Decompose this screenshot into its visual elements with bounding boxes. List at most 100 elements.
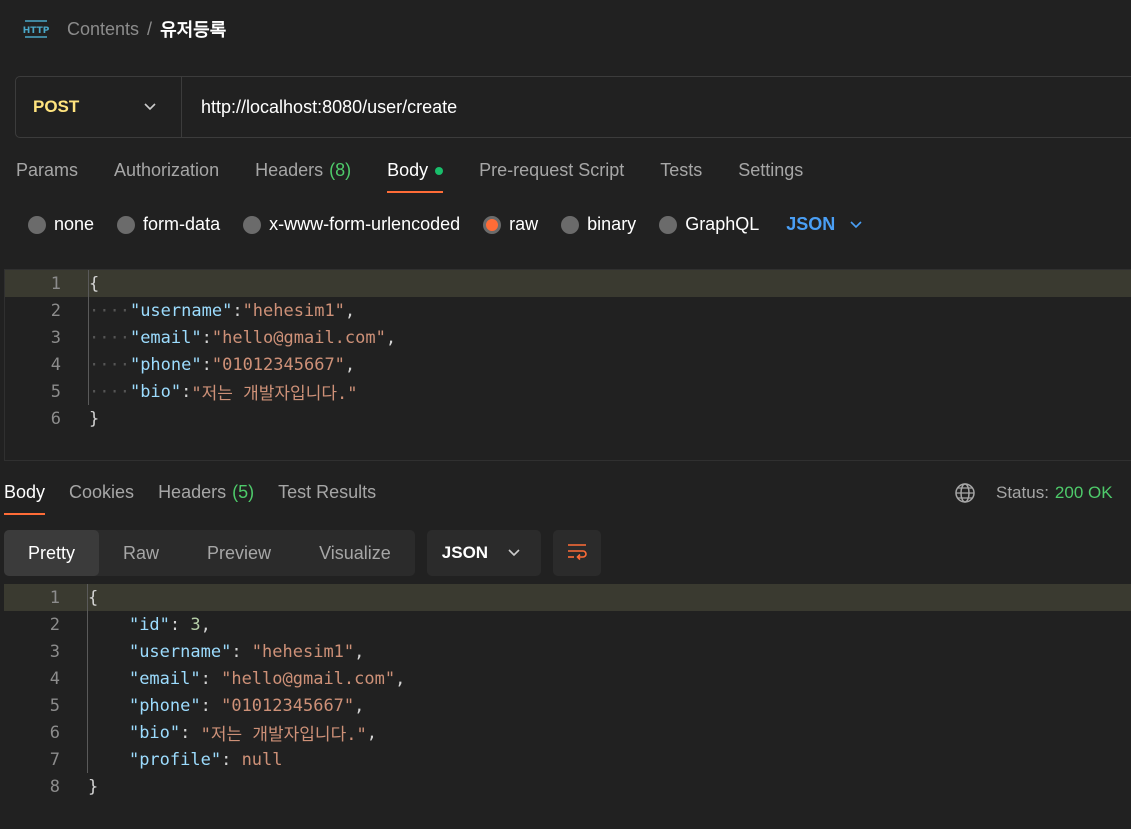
radio-form-data[interactable]: form-data [117,214,220,235]
json-key: "bio" [129,381,182,402]
colon: : [180,722,201,743]
radio-binary[interactable]: binary [561,214,636,235]
colon: : [201,354,212,375]
code-line: 6 } [5,405,1131,432]
response-body-viewer[interactable]: 1 { 2 "id": 3, 3 "username": "hehesim1",… [4,584,1131,804]
tab-authorization[interactable]: Authorization [114,160,219,193]
tab-response-body[interactable]: Body [4,482,46,515]
modified-dot-icon [435,166,444,175]
view-visualize-button[interactable]: Visualize [295,530,415,576]
json-value: "저는 개발자입니다." [191,384,358,404]
line-number: 3 [50,327,61,348]
whitespace-dots: ···· [89,381,130,402]
json-value: "01012345667" [221,695,355,716]
code-text: ···· "bio": "저는 개발자입니다." [88,378,357,405]
code-text: { [88,270,99,297]
tab-body[interactable]: Body [387,160,444,193]
json-key: "email" [129,327,202,348]
wrap-lines-icon [565,541,589,566]
body-format-label: JSON [786,214,836,234]
radio-graphql[interactable]: GraphQL [659,214,759,235]
radio-label: GraphQL [685,214,760,234]
radio-selected-icon [483,215,502,234]
breadcrumb-parent[interactable]: Contents [67,19,139,40]
code-text: ···· "username": "hehesim1", [88,297,355,324]
tab-cookies[interactable]: Cookies [69,482,134,515]
body-format-select[interactable]: JSON [786,214,863,235]
tab-response-headers[interactable]: Headers (5) [158,482,254,515]
code-line: 2 ···· "username": "hehesim1", [5,297,1131,324]
breadcrumb: HTTP Contents / 유저등록 [22,14,227,44]
radio-icon [561,215,580,234]
body-type-options: none form-data x-www-form-urlencoded raw… [28,214,863,235]
json-key: "id" [128,614,170,635]
colon: : [231,641,252,662]
response-format-select[interactable]: JSON [426,530,541,576]
headers-count: (5) [232,482,255,502]
radio-raw[interactable]: raw [483,214,538,235]
tab-label: Pre-request Script [479,160,625,180]
response-tabs: Body Cookies Headers (5) Test Results [4,482,400,515]
whitespace-dots: ···· [89,354,130,375]
wrap-lines-button[interactable] [552,530,601,576]
json-value: "저는 개발자입니다." [200,725,367,745]
radio-none[interactable]: none [28,214,94,235]
comma: , [344,300,356,321]
tab-label: Test Results [278,482,377,502]
tab-pre-request-script[interactable]: Pre-request Script [479,160,624,193]
url-input[interactable]: http://localhost:8080/user/create [182,77,1131,137]
colon: : [181,381,192,402]
line-number: 7 [49,749,60,770]
comma: , [385,327,397,348]
tab-label: Settings [738,160,804,180]
chevron-down-icon [507,548,521,558]
colon: : [169,614,191,635]
chevron-down-icon [143,102,157,112]
code-line: 8 } [4,773,1131,800]
request-body-editor[interactable]: 1 { 2 ···· "username": "hehesim1", 3 ···· "… [4,269,1131,461]
globe-icon[interactable] [954,482,976,504]
json-value: "hello@gmail.com" [221,668,396,689]
tab-headers[interactable]: Headers (8) [255,160,351,193]
method-label: POST [33,97,80,116]
line-number: 5 [49,695,60,716]
json-key: "profile" [128,749,222,770]
code-line: 4 ···· "phone": "01012345667", [5,351,1131,378]
view-preview-button[interactable]: Preview [183,530,295,576]
breadcrumb-separator: / [147,18,153,39]
code-text: } [88,405,99,432]
radio-label: none [54,214,95,234]
tab-test-results[interactable]: Test Results [278,482,376,515]
json-key: "username" [128,641,232,662]
line-number: 8 [49,776,60,797]
http-icon: HTTP [22,15,50,43]
view-raw-button[interactable]: Raw [99,530,183,576]
code-line: 7 "profile": null [4,746,1131,773]
chevron-down-icon [849,220,863,230]
page-title[interactable]: 유저등록 [160,16,226,42]
code-line: 3 ···· "email": "hello@gmail.com", [5,324,1131,351]
code-text: "phone": "01012345667", [87,692,364,719]
json-value: "01012345667" [211,354,345,375]
radio-label: binary [587,214,637,234]
json-value: 3 [190,614,201,635]
json-value: null [241,749,283,770]
tab-tests[interactable]: Tests [660,160,702,193]
method-select[interactable]: POST [16,77,182,137]
json-key: "bio" [128,722,181,743]
radio-icon [243,215,262,234]
radio-x-www-form-urlencoded[interactable]: x-www-form-urlencoded [243,214,460,235]
whitespace-dots: ···· [89,300,130,321]
code-line: 3 "username": "hehesim1", [4,638,1131,665]
status-value[interactable]: 200 OK [1055,483,1113,503]
tab-settings[interactable]: Settings [738,160,803,193]
view-pretty-button[interactable]: Pretty [4,530,100,576]
view-mode-segmented: Pretty Raw Preview Visualize [4,530,415,576]
tab-label: Headers [158,482,227,502]
tab-params[interactable]: Params [16,160,78,193]
code-line: 2 "id": 3, [4,611,1131,638]
line-number: 2 [49,614,60,635]
line-number: 1 [50,273,61,294]
